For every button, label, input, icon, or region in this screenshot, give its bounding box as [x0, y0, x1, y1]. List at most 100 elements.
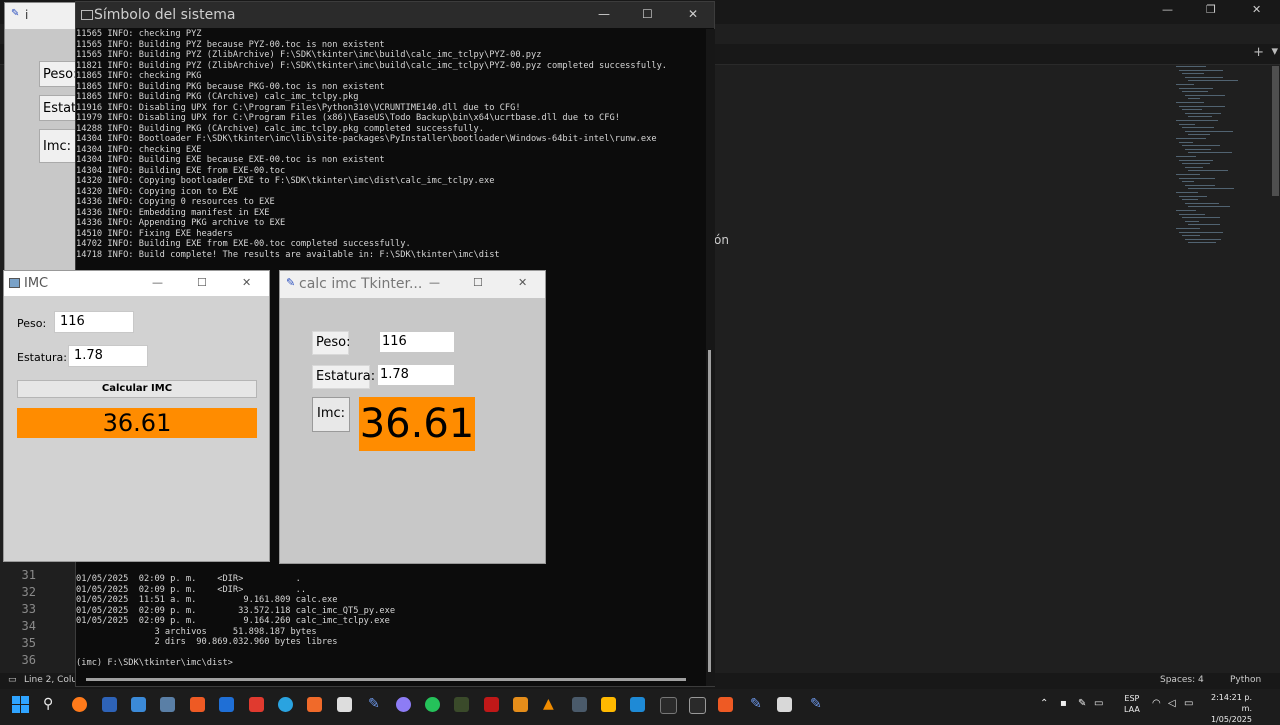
calc-minimize-button[interactable]: — [429, 276, 440, 289]
chess-icon[interactable] [337, 697, 352, 712]
tray-feather-icon[interactable]: ✎ [1078, 698, 1086, 709]
calc-title-bar[interactable]: ✎ calc imc Tkinter... — ☐ ✕ [280, 271, 545, 298]
tray-overflow-icon[interactable]: ⌃ [1040, 698, 1048, 709]
imc-title-bar[interactable]: IMC — ☐ ✕ [4, 271, 269, 296]
minimap-line [1185, 220, 1199, 222]
cmd-close-button[interactable]: ✕ [688, 7, 698, 21]
minimap-line [1188, 134, 1210, 136]
terminal-icon[interactable] [660, 697, 677, 714]
cmd-maximize-button[interactable]: ☐ [642, 7, 653, 21]
feather-icon[interactable]: ✎ [368, 696, 380, 712]
editor-maximize-button[interactable]: ❐ [1206, 3, 1216, 16]
imc-window[interactable]: IMC — ☐ ✕ Peso: 116 Estatura: 1.78 Calcu… [3, 270, 270, 562]
search-icon[interactable]: ⚲ [43, 696, 53, 712]
wifi-icon[interactable]: ◠ [1152, 698, 1161, 709]
windows-start-icon[interactable] [12, 696, 29, 713]
editor-text-fragment: ón [714, 233, 729, 247]
background-window-title-bar[interactable]: ✎ i [5, 3, 85, 29]
calc-estatura-input[interactable]: 1.78 [377, 364, 455, 386]
minimap-line [1185, 202, 1219, 204]
save-app-icon[interactable] [102, 697, 117, 712]
volume-icon[interactable]: ◁ [1168, 698, 1176, 709]
editor-minimize-button[interactable]: — [1162, 3, 1173, 16]
minimap-line [1179, 69, 1223, 71]
app-blue-icon[interactable] [630, 697, 645, 712]
feather-icon-2[interactable]: ✎ [750, 696, 762, 712]
cmd-prompt[interactable]: (imc) F:\SDK\tkinter\imc\dist> [76, 658, 233, 668]
console-app-icon[interactable] [689, 697, 706, 714]
minimap-line [1182, 127, 1214, 129]
brave-icon-2[interactable] [718, 697, 733, 712]
game-icon[interactable] [454, 697, 469, 712]
calc-imc-result: 36.61 [359, 397, 475, 451]
imc-maximize-button[interactable]: ☐ [197, 276, 207, 289]
minimap-line [1188, 224, 1220, 226]
brave-icon[interactable] [190, 697, 205, 712]
cmd-minimize-button[interactable]: — [598, 7, 610, 21]
imc-minimize-button[interactable]: — [152, 276, 163, 289]
feather-icon-3[interactable]: ✎ [810, 696, 822, 712]
taskbar: ⚲ ✎ ▲ ✎ ✎ ⌃ ▪ ✎ ▭ ESP LAA ◠ ◁ ▭ 2:14:21 … [0, 689, 1280, 724]
app-swirl-icon[interactable] [396, 697, 411, 712]
calc-imc-button[interactable]: Imc: [312, 397, 350, 432]
firefox-icon[interactable] [72, 697, 87, 712]
minimap-line [1182, 181, 1194, 183]
calc-peso-label: Peso: [312, 331, 350, 355]
calc-estatura-label: Estatura: [312, 365, 375, 389]
telegram-icon[interactable] [278, 697, 293, 712]
dir-line: 01/05/2025 02:09 p. m. <DIR> . [76, 574, 301, 584]
calc-close-button[interactable]: ✕ [518, 276, 527, 289]
minimap-line [1188, 206, 1230, 208]
log-line: 14304 INFO: Building EXE from EXE-00.toc [76, 165, 286, 176]
explorer-icon[interactable] [160, 697, 175, 712]
calc-imc-window[interactable]: ✎ calc imc Tkinter... — ☐ ✕ Peso: 116 Es… [279, 270, 546, 564]
sublime-icon[interactable] [513, 697, 528, 712]
editor-scrollbar[interactable] [1272, 66, 1279, 196]
clock[interactable]: 2:14:21 p. m. 1/05/2025 [1200, 692, 1252, 725]
new-tab-icon[interactable]: + [1253, 45, 1264, 60]
minimap-line [1185, 76, 1223, 78]
whatsapp-icon[interactable] [425, 697, 440, 712]
calc-peso-input[interactable]: 116 [379, 331, 455, 353]
minimap-line [1182, 73, 1204, 75]
app-window-icon[interactable] [572, 697, 587, 712]
minimap-line [1182, 217, 1220, 219]
app-orange-icon[interactable] [307, 697, 322, 712]
app-74-icon[interactable] [484, 697, 499, 712]
log-line: 14304 INFO: Bootloader F:\SDK\tkinter\im… [76, 134, 657, 144]
imc-estatura-input[interactable]: 1.78 [68, 345, 148, 367]
log-line: 14510 INFO: Fixing EXE headers [76, 228, 233, 239]
vlc-icon[interactable]: ▲ [543, 696, 554, 712]
status-language[interactable]: Python [1230, 675, 1261, 685]
editor-minimap[interactable] [1176, 66, 1266, 256]
imc-close-button[interactable]: ✕ [242, 276, 251, 289]
calc-maximize-button[interactable]: ☐ [473, 276, 483, 289]
app-tk-icon[interactable] [777, 697, 792, 712]
cmd-horizontal-scrollbar[interactable] [86, 678, 686, 681]
tab-overflow-icon[interactable]: ▾ [1271, 44, 1278, 59]
status-indentation[interactable]: Spaces: 4 [1160, 675, 1204, 685]
cmd-title-bar[interactable]: Símbolo del sistema — ☐ ✕ [76, 2, 714, 28]
cmd-scrollbar-thumb[interactable] [708, 350, 711, 672]
app-x-icon[interactable] [249, 697, 264, 712]
minimap-line [1185, 94, 1225, 96]
battery-icon[interactable]: ▭ [1184, 698, 1193, 709]
log-line: 11565 INFO: Building PYZ (ZlibArchive) F… [76, 50, 542, 60]
line-number: 36 [21, 653, 36, 667]
tray-app-icon[interactable]: ▪ [1060, 698, 1067, 709]
background-tk-window[interactable]: ✎ i Peso: Estatu Imc: [4, 2, 86, 294]
imc-peso-input[interactable]: 116 [54, 311, 134, 333]
calcular-imc-button[interactable]: Calcular IMC [17, 380, 257, 398]
panel-toggle-icon[interactable]: ▭ [8, 675, 17, 685]
imc-result: 36.61 [17, 408, 257, 438]
editor-close-button[interactable]: ✕ [1252, 3, 1261, 16]
folder-icon[interactable] [601, 697, 616, 712]
tray-drive-icon[interactable]: ▭ [1094, 698, 1103, 709]
log-line: 14718 INFO: Build complete! The results … [76, 249, 500, 260]
minimap-line [1176, 84, 1194, 85]
app-c-icon[interactable] [219, 697, 234, 712]
language-indicator[interactable]: ESP LAA [1124, 693, 1140, 715]
photos-icon[interactable] [131, 697, 146, 712]
dir-line: 3 archivos 51.898.187 bytes [76, 626, 317, 637]
minimap-line [1185, 166, 1203, 168]
